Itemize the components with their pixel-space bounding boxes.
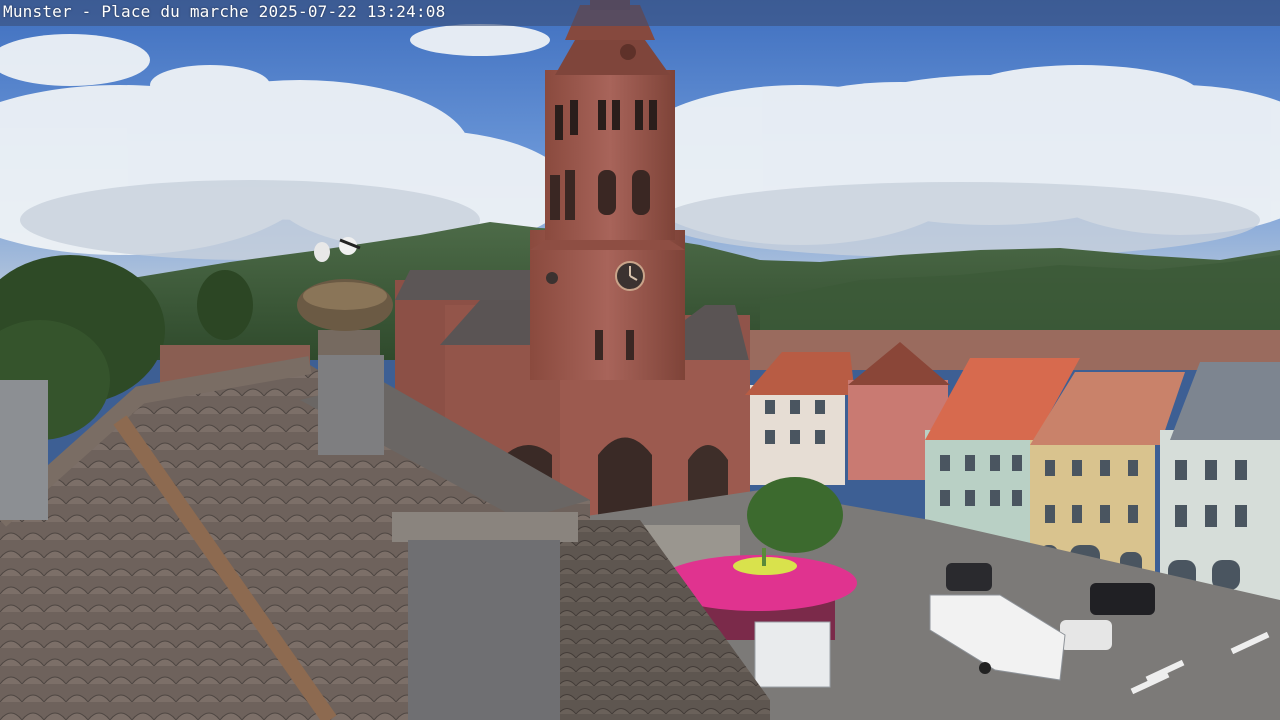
chimney — [392, 512, 578, 720]
webcam-scene — [0, 0, 1280, 720]
square-tree — [747, 477, 843, 553]
webcam-caption: Munster - Place du marche 2025-07-22 13:… — [3, 2, 446, 21]
market-stall — [754, 621, 831, 688]
